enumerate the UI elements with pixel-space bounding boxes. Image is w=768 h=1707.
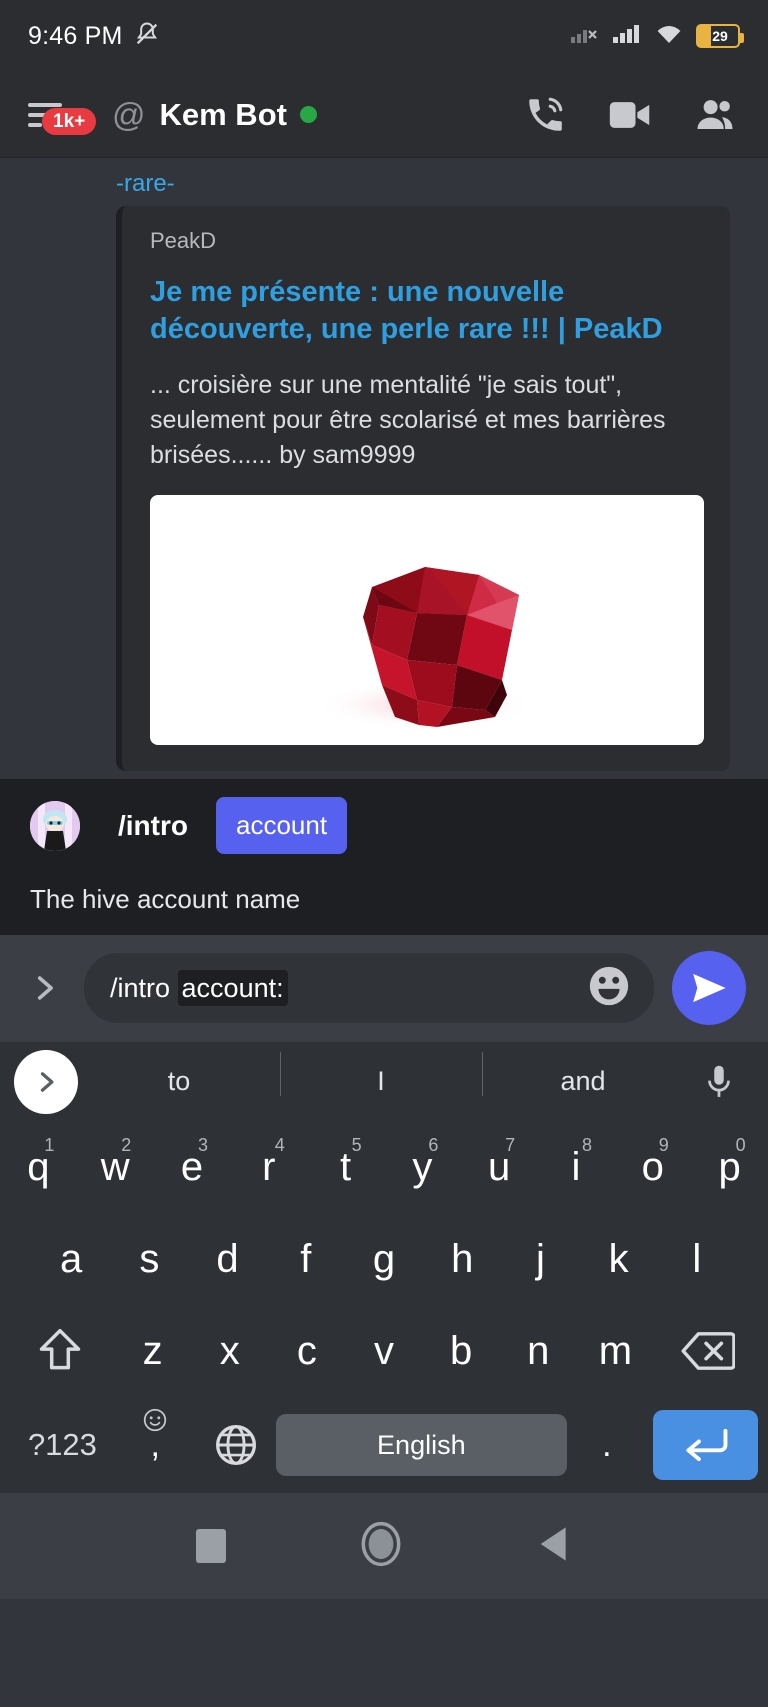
command-option-chip[interactable]: account	[216, 797, 348, 855]
suggestion-item[interactable]: I	[280, 1052, 482, 1097]
emoji-smile-icon[interactable]	[586, 963, 632, 1014]
circle-home-icon[interactable]	[359, 1521, 403, 1572]
virtual-keyboard: to I and 1q 2w 3e 4r 5t 6y 7u 8i 9o 0p a…	[0, 1041, 768, 1494]
page-title: Kem Bot	[159, 96, 287, 132]
embed-title[interactable]: Je me présente : une nouvelle découverte…	[150, 274, 704, 348]
key-b[interactable]: b	[423, 1305, 500, 1397]
signal-no-sim-icon	[570, 22, 600, 51]
send-icon	[693, 974, 726, 1003]
globe-language-icon	[215, 1425, 256, 1466]
comma-key[interactable]: ,	[115, 1397, 196, 1493]
space-key[interactable]: English	[276, 1414, 567, 1477]
chat-header: 1k+ @ Kem Bot	[0, 72, 768, 158]
period-key[interactable]: .	[567, 1397, 648, 1493]
emoji-outline-icon	[142, 1407, 168, 1433]
key-i[interactable]: 8i	[538, 1121, 615, 1213]
key-q[interactable]: 1q	[0, 1121, 77, 1213]
suggestion-item[interactable]: to	[78, 1066, 280, 1097]
chevron-right-icon	[40, 1071, 54, 1092]
microphone-icon[interactable]	[684, 1063, 754, 1101]
key-f[interactable]: f	[267, 1213, 345, 1305]
battery-icon: 29	[696, 24, 744, 48]
shift-key[interactable]	[6, 1305, 114, 1397]
android-nav-bar	[0, 1493, 768, 1600]
key-w[interactable]: 2w	[77, 1121, 154, 1213]
key-u[interactable]: 7u	[461, 1121, 538, 1213]
key-h[interactable]: h	[423, 1213, 501, 1305]
bell-mute-icon	[133, 20, 161, 53]
key-z[interactable]: z	[114, 1305, 191, 1397]
keyboard-row-3: z x c v b n m	[0, 1305, 768, 1397]
enter-return-icon	[685, 1429, 727, 1462]
status-time: 9:46 PM	[28, 21, 123, 50]
key-m[interactable]: m	[577, 1305, 654, 1397]
key-s[interactable]: s	[110, 1213, 188, 1305]
input-highlight-token: account:	[177, 969, 288, 1006]
key-o[interactable]: 9o	[614, 1121, 691, 1213]
embed-description: ... croisière sur une mentalité "je sais…	[150, 371, 666, 470]
phone-call-icon[interactable]	[524, 94, 566, 136]
key-j[interactable]: j	[501, 1213, 579, 1305]
key-v[interactable]: v	[345, 1305, 422, 1397]
keyboard-row-4: ?123 , English .	[0, 1397, 768, 1493]
enter-key[interactable]	[653, 1410, 758, 1481]
header-actions	[524, 94, 744, 136]
symbols-key[interactable]: ?123	[10, 1397, 115, 1493]
key-x[interactable]: x	[191, 1305, 268, 1397]
key-d[interactable]: d	[188, 1213, 266, 1305]
video-camera-icon[interactable]	[608, 94, 652, 136]
shift-up-icon	[39, 1329, 81, 1370]
status-badge	[299, 106, 317, 123]
keyboard-suggestion-bar: to I and	[0, 1041, 768, 1122]
message-input[interactable]: /intro account:	[84, 953, 654, 1024]
chevron-right-icon[interactable]	[22, 971, 66, 1005]
status-bar-right: 29	[570, 22, 744, 51]
key-t[interactable]: 5t	[307, 1121, 384, 1213]
backspace-icon	[681, 1332, 735, 1371]
key-y[interactable]: 6y	[384, 1121, 461, 1213]
send-button[interactable]	[672, 951, 746, 1026]
keyboard-row-2: a s d f g h j k l	[0, 1213, 768, 1305]
key-e[interactable]: 3e	[154, 1121, 231, 1213]
chat-messages: -rare- PeakD Je me présente : une nouvel…	[0, 158, 768, 780]
key-l[interactable]: l	[658, 1213, 736, 1305]
key-a[interactable]: a	[32, 1213, 110, 1305]
key-r[interactable]: 4r	[230, 1121, 307, 1213]
status-bar: 9:46 PM 29	[0, 0, 768, 72]
command-suggestion-row[interactable]: /intro account	[0, 797, 768, 855]
link-embed-card[interactable]: PeakD Je me présente : une nouvelle déco…	[116, 206, 730, 772]
language-key[interactable]	[196, 1397, 277, 1493]
wifi-icon	[654, 22, 684, 51]
key-k[interactable]: k	[580, 1213, 658, 1305]
triangle-back-icon[interactable]	[536, 1524, 572, 1569]
embed-provider: PeakD	[150, 228, 217, 253]
keyboard-row-1: 1q 2w 3e 4r 5t 6y 7u 8i 9o 0p	[0, 1121, 768, 1213]
suggestion-item[interactable]: and	[482, 1052, 684, 1097]
embed-image[interactable]	[150, 495, 704, 746]
battery-level: 29	[712, 28, 728, 44]
people-icon[interactable]	[694, 94, 736, 136]
slash-command-panel: /intro account The hive account name	[0, 779, 768, 936]
key-c[interactable]: c	[268, 1305, 345, 1397]
key-p[interactable]: 0p	[691, 1121, 768, 1213]
message-composer: /intro account:	[0, 935, 768, 1042]
avatar	[30, 800, 80, 851]
square-recents-icon[interactable]	[196, 1529, 227, 1564]
backspace-key[interactable]	[654, 1305, 762, 1397]
keyboard-expand-button[interactable]	[14, 1049, 78, 1114]
embed-container: PeakD Je me présente : une nouvelle déco…	[0, 206, 768, 772]
back-button[interactable]: 1k+	[24, 88, 98, 142]
suggestion-list: to I and	[78, 1052, 684, 1097]
key-g[interactable]: g	[345, 1213, 423, 1305]
command-description: The hive account name	[30, 884, 301, 915]
command-name: /intro	[118, 809, 188, 841]
unread-badge: 1k+	[42, 107, 97, 136]
status-bar-left: 9:46 PM	[28, 20, 161, 53]
message-input-value: /intro account:	[110, 969, 586, 1006]
signal-bars-icon	[612, 22, 642, 51]
at-symbol-icon: @	[112, 96, 146, 133]
message-text[interactable]: -rare-	[0, 158, 768, 206]
key-n[interactable]: n	[500, 1305, 577, 1397]
